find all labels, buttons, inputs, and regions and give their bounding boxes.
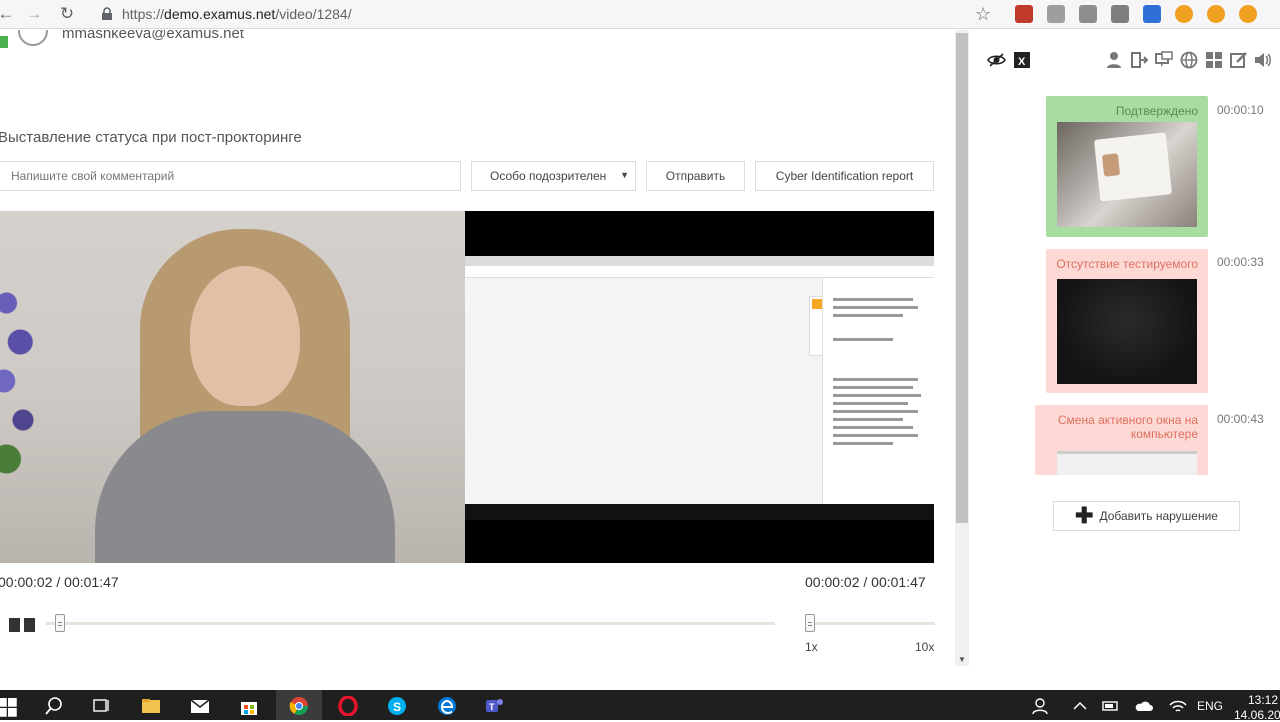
lock-icon: [102, 7, 112, 20]
main-content: mmashkeeva@examus.net Выставление статус…: [0, 30, 955, 666]
events-panel: X Подтверждено 00:00:10 Отсутствие тести…: [969, 30, 1280, 666]
people-icon[interactable]: [1031, 696, 1051, 716]
event-thumbnail: [1057, 451, 1197, 475]
search-icon[interactable]: [44, 696, 64, 716]
plus-icon: ✚: [1075, 503, 1094, 528]
event-card-window-change[interactable]: Смена активного окна на компьютере: [1035, 405, 1208, 475]
svg-text:T: T: [489, 702, 495, 712]
pdf-extension-icon[interactable]: [1015, 5, 1033, 23]
file-explorer-icon[interactable]: [141, 696, 161, 716]
battery-icon[interactable]: [1101, 696, 1121, 716]
status-indicator: [0, 36, 8, 48]
scrollbar-thumb[interactable]: [956, 33, 968, 523]
event-time: 00:00:10: [1217, 103, 1264, 117]
screen-taskbar: [465, 504, 934, 520]
url-path: /video/1284/: [275, 6, 352, 22]
event-time: 00:00:33: [1217, 255, 1264, 269]
send-button[interactable]: Отправить: [646, 161, 745, 191]
status-select[interactable]: Особо подозрителен ▼: [471, 161, 636, 191]
person-face: [190, 266, 300, 406]
flowers-image: [0, 251, 45, 511]
clock-time[interactable]: 13:12: [1248, 693, 1278, 707]
event-card-confirmed[interactable]: Подтверждено: [1046, 96, 1208, 237]
examus-extension-icon-2[interactable]: [1207, 5, 1225, 23]
bookmark-star-icon[interactable]: ☆: [975, 4, 991, 25]
globe-icon[interactable]: [1179, 50, 1198, 69]
event-title: Подтверждено: [1115, 104, 1198, 118]
browser-toolbar: ← → ↻ https://demo.examus.net/video/1284…: [0, 0, 1280, 29]
extension-icon[interactable]: [1047, 5, 1065, 23]
grid-icon[interactable]: [1204, 50, 1223, 69]
reload-icon[interactable]: ↻: [55, 2, 79, 26]
v-extension-icon[interactable]: [1143, 5, 1161, 23]
windows-start-icon[interactable]: [0, 698, 18, 718]
webcam-video[interactable]: [0, 211, 465, 563]
address-bar[interactable]: https://demo.examus.net/video/1284/: [96, 3, 1004, 25]
screen-tabs: [465, 256, 934, 266]
grid-extension-icon[interactable]: [1111, 5, 1129, 23]
dropdown-arrow-icon: ▼: [620, 170, 629, 180]
comment-input[interactable]: Напишите свой комментарий: [0, 161, 461, 191]
screen-capture: [465, 256, 934, 504]
examus-extension-icon-3[interactable]: [1239, 5, 1257, 23]
status-select-value: Особо подозрителен: [490, 169, 607, 183]
speed-max-label: 10x: [915, 640, 935, 654]
chevron-up-icon[interactable]: [1070, 696, 1090, 716]
excel-icon[interactable]: X: [1012, 50, 1031, 69]
event-time: 00:00:43: [1217, 412, 1264, 426]
chat-icon[interactable]: [1154, 50, 1173, 69]
add-violation-label: Добавить нарушение: [1099, 509, 1218, 523]
webcam-time: 00:00:02 / 00:01:47: [0, 574, 119, 590]
task-view-icon[interactable]: [91, 696, 111, 716]
url-scheme: https://: [122, 6, 165, 22]
examus-extension-icon[interactable]: [1175, 5, 1193, 23]
chrome-icon[interactable]: [289, 696, 309, 716]
speed-handle[interactable]: [805, 614, 815, 632]
section-title: Выставление статуса при пост-прокторинге: [0, 129, 302, 146]
user-email: mmashkeeva@examus.net: [62, 30, 244, 42]
event-thumbnail: [1057, 122, 1197, 227]
screen-addressbar: [465, 266, 934, 278]
exit-icon[interactable]: [1129, 50, 1148, 69]
event-thumbnail: [1057, 279, 1197, 384]
onedrive-icon[interactable]: [1134, 696, 1154, 716]
store-icon[interactable]: [239, 696, 259, 716]
progress-track[interactable]: [46, 622, 775, 625]
avatar: [18, 30, 48, 46]
speed-min-label: 1x: [805, 640, 818, 654]
screen-video[interactable]: [465, 211, 934, 563]
opera-icon[interactable]: [338, 696, 358, 716]
sound-icon[interactable]: [1253, 50, 1272, 69]
svg-text:S: S: [393, 700, 401, 714]
skype-icon[interactable]: S: [387, 696, 407, 716]
edit-icon[interactable]: [1229, 50, 1248, 69]
screen-time: 00:00:02 / 00:01:47: [805, 574, 926, 590]
scroll-down-icon[interactable]: ▼: [958, 655, 966, 664]
screen-examus-panel: [809, 278, 934, 504]
cyber-report-button[interactable]: Cyber Identification report: [755, 161, 934, 191]
url-host: demo.examus.net: [164, 6, 276, 22]
event-title: Отсутствие тестируемого: [1056, 257, 1198, 271]
hide-icon[interactable]: [987, 50, 1006, 69]
edge-icon[interactable]: [437, 696, 457, 716]
user-icon[interactable]: [1104, 50, 1123, 69]
event-title: Смена активного окна на компьютере: [1057, 413, 1198, 441]
add-violation-button[interactable]: ✚ Добавить нарушение: [1053, 501, 1240, 531]
pause-icon[interactable]: [9, 618, 35, 632]
chat-extension-icon[interactable]: [1079, 5, 1097, 23]
language-indicator[interactable]: ENG: [1197, 699, 1223, 713]
examus-tab-icon: [809, 296, 823, 356]
windows-taskbar: S T ENG 13:12 14.06.20: [0, 690, 1280, 722]
wifi-icon[interactable]: [1168, 696, 1188, 716]
scrollbar[interactable]: ▼: [955, 30, 969, 666]
mail-icon[interactable]: [190, 696, 210, 716]
speed-track[interactable]: [805, 622, 935, 625]
event-card-absence[interactable]: Отсутствие тестируемого: [1046, 249, 1208, 393]
forward-icon[interactable]: →: [22, 2, 46, 26]
back-icon[interactable]: ←: [0, 2, 18, 26]
progress-handle[interactable]: [54, 614, 65, 632]
svg-text:X: X: [1018, 56, 1026, 68]
teams-icon[interactable]: T: [484, 696, 504, 716]
